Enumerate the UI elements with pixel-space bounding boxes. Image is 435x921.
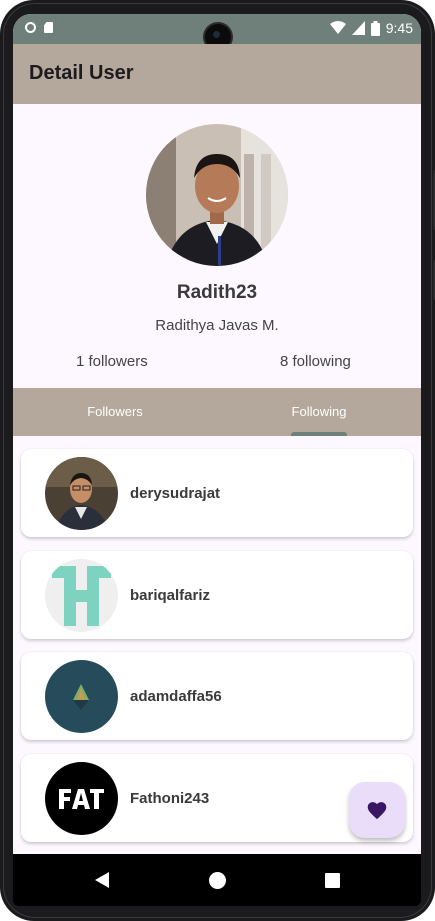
user-avatar xyxy=(45,660,118,733)
screen: 9:45 Detail User Radith23 Radithya Javas… xyxy=(13,14,421,906)
profile-avatar xyxy=(146,124,288,266)
sim-card-icon xyxy=(44,22,53,33)
heart-icon xyxy=(367,802,387,820)
list-item[interactable]: adamdaffa56 xyxy=(21,652,413,740)
user-avatar xyxy=(45,559,118,632)
list-item-username: adamdaffa56 xyxy=(130,688,222,705)
list-item[interactable]: bariqalfariz xyxy=(21,551,413,639)
user-avatar xyxy=(45,457,118,530)
followers-count: 1 followers xyxy=(76,353,148,370)
phone-frame: 9:45 Detail User Radith23 Radithya Javas… xyxy=(0,0,435,921)
battery-icon xyxy=(370,20,380,36)
list-item-username: Fathoni243 xyxy=(130,790,210,807)
tab-followers[interactable]: Followers xyxy=(13,388,217,436)
list-item[interactable]: derysudrajat xyxy=(21,449,413,537)
signal-icon xyxy=(351,21,365,35)
back-button[interactable] xyxy=(90,868,114,892)
home-icon xyxy=(208,871,226,889)
user-avatar xyxy=(45,762,118,835)
recents-button[interactable] xyxy=(320,868,344,892)
profile-section: Radith23 Radithya Javas M. 1 followers 8… xyxy=(13,104,421,388)
tab-following[interactable]: Following xyxy=(217,388,421,436)
home-button[interactable] xyxy=(205,868,229,892)
profile-full-name: Radithya Javas M. xyxy=(155,317,279,334)
status-time: 9:45 xyxy=(385,20,413,36)
tab-bar: Followers Following xyxy=(13,388,421,436)
notification-circle-icon xyxy=(25,22,36,33)
following-count: 8 following xyxy=(280,353,351,370)
navigation-bar xyxy=(13,854,421,906)
app-bar: Detail User xyxy=(13,44,421,104)
list-item-username: bariqalfariz xyxy=(130,587,211,604)
wifi-icon xyxy=(329,21,346,34)
recents-icon xyxy=(324,872,340,888)
back-icon xyxy=(95,872,109,888)
list-item-username: derysudrajat xyxy=(130,485,221,502)
page-title: Detail User xyxy=(29,62,134,84)
profile-username: Radith23 xyxy=(176,282,258,303)
favorite-fab[interactable] xyxy=(349,782,405,838)
